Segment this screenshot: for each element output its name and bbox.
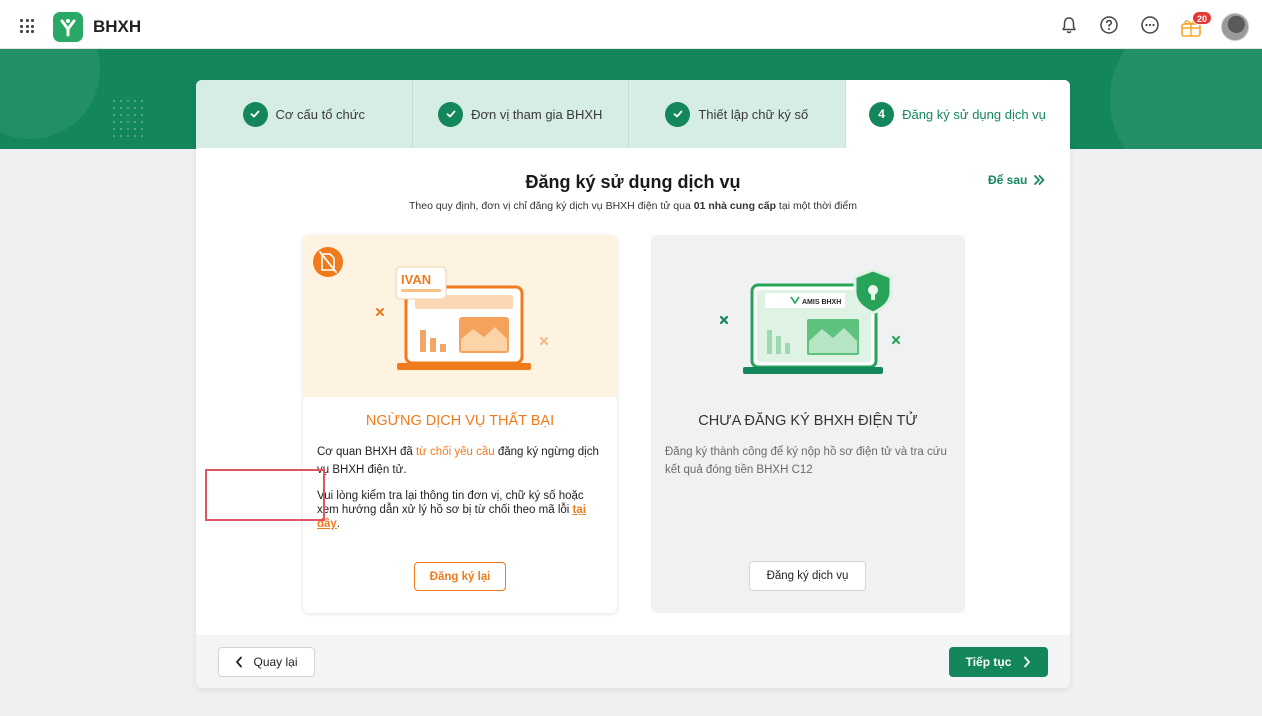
option-description: Cơ quan BHXH đã từ chối yêu cầu đăng ký … [317,446,599,476]
card-footer: Quay lại Tiếp tục [196,635,1070,688]
option-card-not-registered: AMIS BHXH CHƯA ĐĂNG KÝ BHXH ĐIỆN TỬ Đăng… [651,235,965,613]
bell-icon[interactable] [1059,15,1079,35]
register-service-button[interactable]: Đăng ký dịch vụ [749,561,866,591]
registration-card: Cơ cấu tổ chức Đơn vị tham gia BHXH Thiế… [196,80,1070,688]
ivan-illustration: IVAN [303,235,617,397]
top-bar: BHXH 20 [0,0,1262,49]
page-subtitle: Theo quy định, đơn vị chỉ đăng ký dịch v… [408,200,858,212]
step-service-registration[interactable]: 4 Đăng ký sử dụng dịch vụ [845,80,1070,148]
continue-button[interactable]: Tiếp tục [949,647,1048,677]
option-title: NGỪNG DỊCH VỤ THẤT BẠI [365,413,555,429]
page-title: Đăng ký sử dụng dịch vụ [525,172,741,192]
logo-icon[interactable] [53,12,83,42]
stepper: Cơ cấu tổ chức Đơn vị tham gia BHXH Thiế… [196,80,1070,148]
re-register-button[interactable]: Đăng ký lại [414,562,506,591]
notification-badge: 20 [1192,11,1212,25]
option-description: Đăng ký thành công để ký nộp hồ sơ điện … [665,446,947,476]
option-instruction: Vui lòng kiểm tra lại thông tin đơn vị, … [317,490,586,530]
step-digital-signature[interactable]: Thiết lập chữ ký số [629,80,846,148]
svg-text:IVAN: IVAN [401,272,431,287]
step-number: 4 [869,101,895,127]
chevron-left-icon [236,656,243,668]
step-label: Đơn vị tham gia BHXH [471,106,603,122]
step-label: Đăng ký sử dụng dịch vụ [902,106,1046,122]
highlight-annotation [205,469,325,521]
app-title: BHXH [93,17,142,36]
back-button[interactable]: Quay lại [218,647,315,677]
step-org-structure[interactable]: Cơ cấu tổ chức [196,80,413,148]
step-label: Cơ cấu tổ chức [275,106,365,122]
svg-text:AMIS BHXH: AMIS BHXH [802,299,841,306]
check-icon [242,101,268,127]
later-link[interactable]: Để sau [988,173,1045,187]
check-icon [438,101,464,127]
shield-icon [853,268,893,315]
step-label: Thiết lập chữ ký số [698,106,809,122]
help-icon[interactable] [1099,15,1119,35]
option-title: CHƯA ĐĂNG KÝ BHXH ĐIỆN TỬ [698,413,918,429]
step-units[interactable]: Đơn vị tham gia BHXH [412,80,629,148]
option-card-stop-failed: IVAN NGỪNG DỊCH VỤ THẤT BẠI Cơ quan BHXH… [303,235,617,613]
chevron-right-icon [1024,656,1031,668]
double-chevron-right-icon [1034,175,1045,185]
dots-pattern [113,100,143,137]
more-icon[interactable] [1140,15,1160,35]
avatar[interactable] [1221,13,1249,41]
check-icon [665,101,691,127]
apps-grid-icon[interactable] [20,19,34,33]
amis-illustration: AMIS BHXH [651,235,965,397]
